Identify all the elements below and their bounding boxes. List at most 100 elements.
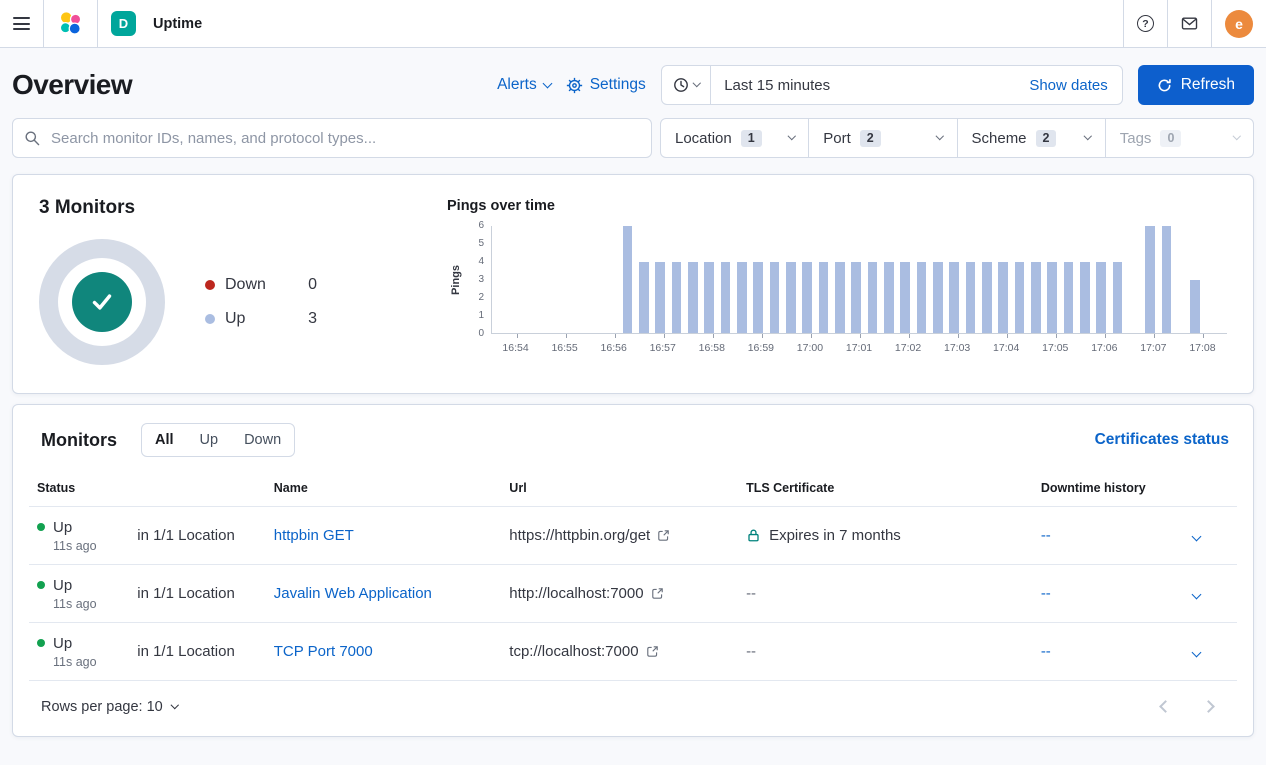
- newsfeed-button[interactable]: [1167, 0, 1211, 47]
- pings-chart-section: Pings over time Pings 0123456 16:5416:55…: [409, 197, 1227, 373]
- monitor-location: in 1/1 Location: [129, 507, 266, 565]
- filter-label: Port: [823, 130, 851, 147]
- alerts-dropdown-button[interactable]: Alerts: [497, 76, 551, 94]
- filter-port[interactable]: Port 2: [808, 119, 956, 157]
- column-header-tls: TLS Certificate: [738, 473, 1033, 507]
- certificates-status-link[interactable]: Certificates status: [1095, 431, 1229, 449]
- filter-count-badge: 2: [1036, 130, 1057, 147]
- status-text: Up: [53, 635, 72, 652]
- donut-legend: Down 0 Up 3: [205, 276, 317, 328]
- monitor-name-link[interactable]: TCP Port 7000: [274, 643, 373, 660]
- help-button[interactable]: ?: [1123, 0, 1167, 47]
- status-donut-chart: [39, 239, 165, 365]
- tls-expiry-text: --: [746, 643, 756, 660]
- rows-per-page-button[interactable]: Rows per page: 10: [41, 699, 177, 715]
- pings-chart-title: Pings over time: [447, 198, 1227, 214]
- pings-y-axis-label: Pings: [450, 265, 462, 295]
- breadcrumb: Uptime: [136, 16, 202, 32]
- monitor-name-link[interactable]: httpbin GET: [274, 527, 354, 544]
- table-header-row: Status Name Url TLS Certificate Downtime…: [29, 473, 1237, 507]
- user-menu-button[interactable]: e: [1211, 0, 1266, 47]
- refresh-button[interactable]: Refresh: [1138, 65, 1254, 105]
- snapshot-section: 3 Monitors Down 0: [39, 197, 409, 373]
- tab-all[interactable]: All: [142, 424, 187, 456]
- monitor-url: tcp://localhost:7000: [509, 643, 638, 660]
- refresh-icon: [1157, 78, 1172, 93]
- downtime-value: --: [1041, 643, 1051, 660]
- legend-label: Up: [225, 310, 245, 328]
- monitor-location: in 1/1 Location: [129, 565, 266, 623]
- status-text: Up: [53, 519, 72, 536]
- filter-count-badge: 2: [860, 130, 881, 147]
- date-quick-select-button[interactable]: [662, 66, 712, 104]
- monitors-panel: Monitors All Up Down Certificates status…: [12, 404, 1254, 737]
- filter-label: Scheme: [972, 130, 1027, 147]
- pings-chart: Pings 0123456 16:5416:5516:5616:5716:581…: [447, 226, 1227, 364]
- table-row: Up 11s ago in 1/1 Location TCP Port 7000…: [29, 623, 1237, 681]
- filter-scheme[interactable]: Scheme 2: [957, 119, 1105, 157]
- pagination: [1161, 698, 1223, 716]
- page-title: Overview: [12, 69, 132, 101]
- monitor-url: https://httpbin.org/get: [509, 527, 650, 544]
- status-ago: 11s ago: [53, 655, 121, 669]
- date-range-button[interactable]: Last 15 minutes: [711, 66, 1015, 104]
- table-row: Up 11s ago in 1/1 Location httpbin GET h…: [29, 507, 1237, 565]
- monitors-table: Status Name Url TLS Certificate Downtime…: [29, 473, 1237, 681]
- downtime-value: --: [1041, 527, 1051, 544]
- alerts-label: Alerts: [497, 76, 537, 94]
- all-up-indicator: [72, 272, 132, 332]
- tab-up[interactable]: Up: [187, 424, 232, 456]
- clock-icon: [673, 77, 689, 93]
- elastic-logo-icon: [57, 10, 84, 37]
- filter-label: Location: [675, 130, 732, 147]
- external-link-icon[interactable]: [651, 587, 664, 600]
- refresh-label: Refresh: [1181, 76, 1235, 94]
- rows-per-page-label: Rows per page: 10: [41, 699, 163, 715]
- check-icon: [87, 287, 117, 317]
- table-row: Up 11s ago in 1/1 Location Javalin Web A…: [29, 565, 1237, 623]
- filter-row: Location 1 Port 2 Scheme 2 Tags 0: [12, 118, 1254, 158]
- chevron-down-icon: [1084, 132, 1092, 140]
- search-icon: [24, 130, 40, 146]
- settings-button[interactable]: Settings: [566, 76, 646, 94]
- tab-down[interactable]: Down: [231, 424, 294, 456]
- monitor-name-link[interactable]: Javalin Web Application: [274, 585, 432, 602]
- up-status-dot: [37, 581, 45, 589]
- status-ago: 11s ago: [53, 539, 121, 553]
- up-status-dot: [37, 639, 45, 647]
- expand-row-button[interactable]: [1187, 581, 1206, 606]
- up-status-dot: [37, 523, 45, 531]
- filter-count-badge: 1: [741, 130, 762, 147]
- elastic-logo[interactable]: [44, 0, 98, 47]
- column-header-expand: [1179, 473, 1237, 507]
- menu-button[interactable]: [0, 0, 44, 47]
- deployment-badge[interactable]: D: [111, 11, 136, 36]
- legend-down: Down 0: [205, 276, 317, 294]
- expand-row-button[interactable]: [1187, 523, 1206, 548]
- down-status-dot: [205, 280, 215, 290]
- column-header-location: [129, 473, 266, 507]
- envelope-icon: [1181, 15, 1198, 32]
- legend-value: 0: [308, 276, 317, 294]
- external-link-icon[interactable]: [657, 529, 670, 542]
- page-header: Overview Alerts Settings: [12, 48, 1254, 118]
- downtime-value: --: [1041, 585, 1051, 602]
- deployment-section: D Uptime: [98, 0, 215, 47]
- help-icon: ?: [1137, 15, 1154, 32]
- show-dates-button[interactable]: Show dates: [1015, 66, 1121, 104]
- external-link-icon[interactable]: [646, 645, 659, 658]
- expand-row-button[interactable]: [1187, 639, 1206, 664]
- pings-x-axis: 16:5416:5516:5616:5716:5816:5917:0017:01…: [491, 334, 1227, 364]
- lock-icon: [746, 528, 761, 543]
- filter-label: Tags: [1120, 130, 1152, 147]
- monitor-location: in 1/1 Location: [129, 623, 266, 681]
- tls-expiry-text: --: [746, 585, 756, 602]
- filter-location[interactable]: Location 1: [661, 119, 808, 157]
- previous-page-button[interactable]: [1161, 698, 1170, 716]
- next-page-button[interactable]: [1204, 698, 1213, 716]
- date-picker: Last 15 minutes Show dates: [661, 65, 1123, 105]
- topbar-spacer: [215, 0, 1123, 47]
- search-input[interactable]: [12, 118, 652, 158]
- top-navigation-bar: D Uptime ? e: [0, 0, 1266, 48]
- chevron-down-icon: [788, 132, 796, 140]
